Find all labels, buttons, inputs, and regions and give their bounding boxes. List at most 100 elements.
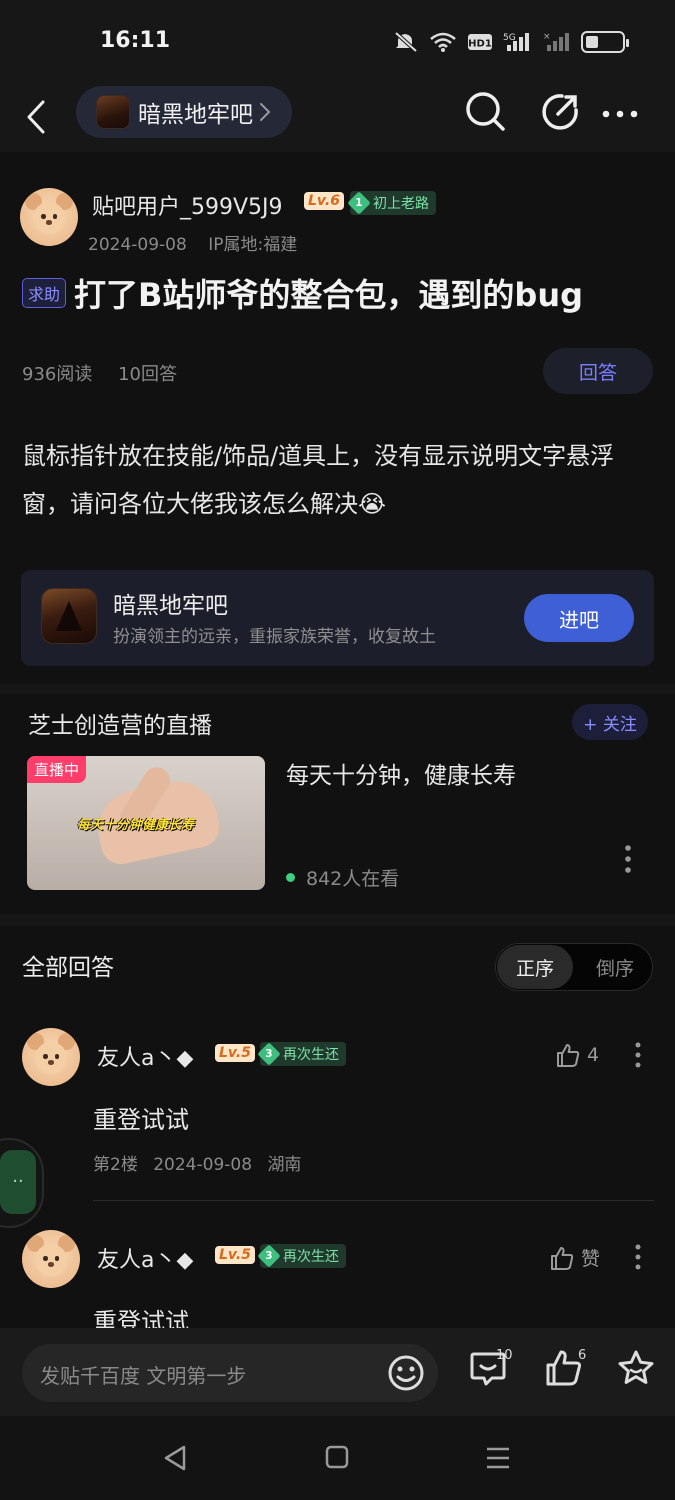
- sort-ascending[interactable]: 正序: [497, 945, 573, 989]
- like-button[interactable]: 赞: [549, 1244, 600, 1271]
- post-date: 2024-09-08: [88, 235, 187, 255]
- rank-badge: 3 再次生还: [257, 1244, 346, 1268]
- battery-icon: [581, 31, 629, 53]
- answer-count: 10回答: [118, 364, 177, 385]
- back-arrow-icon: [27, 100, 45, 134]
- hd-icon: HD1: [467, 30, 493, 54]
- signal-5g-icon: 5G: [503, 30, 533, 54]
- post-stats: 936阅读 10回答: [22, 360, 177, 386]
- chevron-right-icon: [260, 103, 271, 121]
- post-location: IP属地:福建: [208, 235, 298, 255]
- forum-card[interactable]: 暗黑地牢吧 扮演领主的远亲，重振家族荣誉，收复故土 进吧: [21, 570, 654, 666]
- reply-author[interactable]: 友人a丶◆: [97, 1242, 193, 1274]
- author-name[interactable]: 贴吧用户_599V5J9: [92, 189, 283, 221]
- rank-diamond-icon: 3: [257, 1042, 281, 1066]
- comment-count: 10: [496, 1348, 513, 1363]
- compose-placeholder: 发贴千百度 文明第一步: [40, 1364, 247, 1388]
- help-tag: 求助: [22, 278, 67, 308]
- svg-text:HD1: HD1: [468, 39, 492, 50]
- enter-forum-button[interactable]: 进吧: [524, 594, 634, 642]
- status-bar: 16:11 HD1 5G ×: [0, 0, 675, 84]
- sort-toggle[interactable]: 正序 倒序: [495, 943, 653, 991]
- live-channel-name[interactable]: 芝士创造营的直播: [28, 706, 212, 740]
- status-icons: HD1 5G ×: [393, 30, 629, 54]
- top-nav: 暗黑地牢吧: [0, 84, 675, 152]
- star-icon: [618, 1350, 654, 1384]
- rank-badge: 1 初上老路: [347, 191, 436, 215]
- post-card: 贴吧用户_599V5J9 Lv.6 1 初上老路 2024-09-08 IP属地…: [0, 152, 675, 684]
- reply-text: 重登试试: [93, 1106, 189, 1134]
- more-button[interactable]: [602, 104, 638, 123]
- live-dot-icon: [286, 873, 295, 882]
- follow-button[interactable]: + 关注: [572, 704, 648, 740]
- system-back-button[interactable]: [162, 1444, 188, 1476]
- system-home-button[interactable]: [325, 1444, 349, 1474]
- live-thumbnail[interactable]: 直播中 每天十分钟健康长寿: [27, 756, 265, 890]
- forum-pill-name: 暗黑地牢吧: [138, 102, 253, 128]
- favorite-button[interactable]: [616, 1348, 656, 1392]
- post-body: 鼠标指针放在技能/饰品/道具上，没有显示说明文字悬浮窗，请问各位大佬我该怎么解决…: [22, 442, 615, 518]
- back-button[interactable]: [26, 92, 58, 142]
- divider: [93, 1200, 654, 1201]
- share-icon: [542, 94, 578, 130]
- forum-card-description: 扮演领主的远亲，重振家族荣誉，收复故土: [113, 627, 436, 647]
- more-vertical-icon: [635, 1244, 641, 1270]
- reply-item: 友人a丶◆ Lv.5 3 再次生还 赞 重登试试: [0, 1230, 675, 1328]
- like-count: 6: [578, 1348, 587, 1363]
- reply-more-button[interactable]: [634, 1042, 642, 1072]
- thumbs-up-icon: [557, 1044, 580, 1067]
- square-home-icon: [325, 1445, 349, 1469]
- thumbnail-caption: 每天十分钟健康长寿: [77, 818, 195, 833]
- reply-text: 重登试试: [93, 1308, 189, 1328]
- forum-pill[interactable]: 暗黑地牢吧: [76, 86, 292, 138]
- reply-author[interactable]: 友人a丶◆: [97, 1040, 193, 1072]
- svg-text:×: ×: [543, 32, 551, 42]
- system-navigation-bar: [0, 1416, 675, 1500]
- search-button[interactable]: [464, 90, 506, 136]
- rank-badge: 3 再次生还: [257, 1042, 346, 1066]
- reply-avatar[interactable]: [22, 1230, 80, 1288]
- answer-button[interactable]: 回答: [543, 348, 653, 394]
- mute-icon: [393, 30, 419, 54]
- sort-descending[interactable]: 倒序: [578, 945, 652, 989]
- forum-card-avatar: [41, 588, 97, 644]
- author-avatar[interactable]: [20, 188, 78, 246]
- thumbs-up-icon: [551, 1246, 574, 1270]
- menu-lines-icon: [487, 1447, 509, 1469]
- emoji-button[interactable]: [386, 1353, 426, 1397]
- reply-avatar[interactable]: [22, 1028, 80, 1086]
- compose-input[interactable]: 发贴千百度 文明第一步: [22, 1344, 438, 1402]
- more-horizontal-icon: [602, 110, 638, 118]
- live-title[interactable]: 每天十分钟，健康长寿: [286, 756, 516, 790]
- level-badge: Lv.6: [304, 192, 344, 210]
- forum-avatar: [96, 95, 130, 129]
- read-count: 936阅读: [22, 364, 93, 385]
- like-button[interactable]: 4: [555, 1042, 599, 1068]
- reply-more-button[interactable]: [634, 1244, 642, 1274]
- forum-card-name: 暗黑地牢吧: [113, 593, 228, 619]
- bottom-action-bar: 发贴千百度 文明第一步 10 6: [0, 1328, 675, 1416]
- status-time: 16:11: [100, 28, 171, 53]
- like-label: 赞: [581, 1248, 601, 1270]
- reply-meta: 第2楼 2024-09-08 湖南: [93, 1150, 301, 1175]
- signal-secondary-icon: ×: [543, 30, 571, 54]
- triangle-back-icon: [164, 1445, 186, 1471]
- live-more-button[interactable]: [624, 844, 632, 878]
- post-title: 打了B站师爷的整合包，遇到的bug: [74, 276, 584, 314]
- rank-diamond-icon: 1: [347, 191, 371, 215]
- reply-item: 友人a丶◆ Lv.5 3 再次生还 4 重登试试 第2楼 2024-09-08 …: [0, 1028, 675, 1208]
- answers-heading: 全部回答: [22, 955, 114, 981]
- live-badge: 直播中: [27, 756, 87, 783]
- post-title-row: 求助 打了B站师爷的整合包，遇到的bug: [22, 270, 583, 316]
- reply-date: 2024-09-08: [153, 1155, 253, 1175]
- system-menu-button[interactable]: [485, 1444, 511, 1476]
- wifi-icon: [429, 30, 457, 54]
- live-viewers: 842人在看: [286, 864, 399, 891]
- live-card: 芝士创造营的直播 + 关注 直播中 每天十分钟健康长寿 每天十分钟，健康长寿 8…: [0, 694, 675, 914]
- more-vertical-icon: [625, 845, 631, 873]
- emoji-icon: [388, 1355, 424, 1391]
- level-badge: Lv.5: [215, 1246, 255, 1264]
- more-vertical-icon: [635, 1042, 641, 1068]
- share-button[interactable]: [540, 92, 580, 136]
- answers-section: 全部回答 正序 倒序 友人a丶◆ Lv.5 3 再次生还 4 重登试试 第2楼 …: [0, 926, 675, 1328]
